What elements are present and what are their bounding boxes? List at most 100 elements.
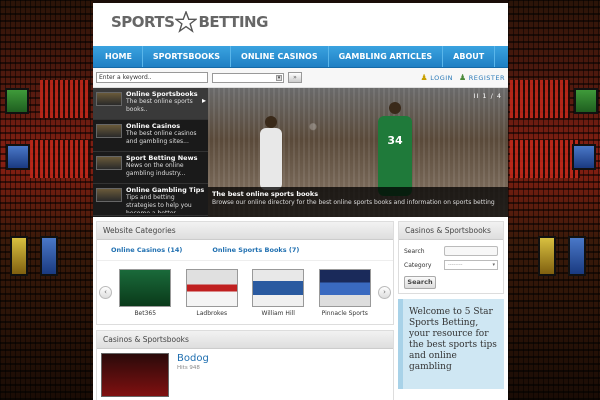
nav-home[interactable]: HOME [93,46,143,67]
slide-counter[interactable]: II 1 / 4 [474,92,503,100]
carousel-item[interactable]: Bet365 [119,268,172,317]
carousel-prev-icon[interactable]: ‹ [99,286,112,299]
site-thumbnail [318,268,371,307]
slide-desc: The best online casinos and gambling sit… [126,130,197,145]
odds-board [510,80,570,118]
slot-machine [40,236,58,276]
site-thumbnail [252,268,305,307]
slide-text: Online Casinos The best online casinos an… [126,122,205,149]
slide-title: Online Gambling Tips [126,186,205,194]
sidebar-search-input[interactable] [444,246,498,256]
nav-sportsbooks[interactable]: SPORTSBOOKS [143,46,232,67]
slide-tab[interactable]: Online Sportsbooks The best online sports… [93,88,208,120]
featured-listing: Bodog Hits 948 [97,349,393,400]
slide-image[interactable]: 34 II 1 / 4 The best online sports books… [208,88,508,217]
auth-links: ♟ LOGIN ♟ REGISTER [421,73,505,82]
category-link[interactable]: Online Casinos (14) [111,246,182,254]
tv-screen [5,88,29,114]
slide-title: Online Casinos [126,122,181,130]
register-link[interactable]: ♟ REGISTER [459,73,505,82]
site-thumbnail [185,268,238,307]
category-label: Category [404,261,432,269]
header: SPORTS BETTING [93,3,508,46]
slide-text: Sport Betting News News on the online gam… [126,154,205,181]
login-link[interactable]: ♟ LOGIN [421,73,454,82]
nav-about[interactable]: ABOUT [443,46,496,67]
category-link[interactable]: Online Sports Books (7) [212,246,299,254]
panel-heading: Casinos & Sportsbooks [399,222,503,240]
nav-gambling-articles[interactable]: GAMBLING ARTICLES [329,46,444,67]
user-icon: ♟ [420,73,429,82]
main-column: Website Categories Online Casinos (14) O… [96,221,394,400]
site-logo[interactable]: SPORTS BETTING [111,11,268,33]
slide-tab[interactable]: Sport Betting News News on the online gam… [93,152,208,184]
background-left [0,0,93,400]
site-container: SPORTS BETTING HOME SPORTSBOOKS ONLINE C… [93,3,508,400]
listing-title[interactable]: Bodog [177,353,209,364]
sportsbook-carousel: ‹ Bet365 Ladbrokes William Hill Pinnacle… [97,260,393,324]
carousel-items: Bet365 Ladbrokes William Hill Pinnacle S… [112,268,378,317]
keyword-input[interactable] [96,72,208,83]
slide-text: Online Gambling Tips Tips and betting str… [126,186,205,213]
slide-thumbnail [96,92,122,106]
player-figure [260,128,282,190]
carousel-label: William Hill [261,309,295,317]
search-go-button[interactable]: » [288,72,302,83]
carousel-label: Pinnacle Sports [321,309,368,317]
slide-caption: The best online sports books Browse our … [208,187,508,217]
listing-hits: Hits 948 [177,365,200,371]
player-head [265,116,277,128]
tv-screen [6,144,30,170]
slide-title: Sport Betting News [126,154,198,162]
player-figure: 34 [378,116,412,196]
player-head [389,102,401,114]
slide-title: Online Sportsbooks [126,90,198,98]
chevron-down-icon: ▾ [276,74,282,81]
odds-board [40,80,90,118]
panel-heading: Website Categories [97,222,393,240]
sidebar-search-panel: Casinos & Sportsbooks Search Category --… [398,221,504,294]
welcome-text: Welcome to 5 Star Sports Betting, your r… [409,307,497,372]
listing-thumbnail[interactable] [101,353,169,397]
logo-text-right: BETTING [198,13,268,31]
category-select[interactable]: ▾ [212,72,284,83]
tv-screen [572,144,596,170]
featured-panel: Casinos & Sportsbooks Bodog Hits 948 [96,330,394,400]
search-label: Search [404,247,425,255]
slider-nav-list: Online Sportsbooks The best online sports… [93,88,208,217]
tv-screen [574,88,598,114]
main-nav: HOME SPORTSBOOKS ONLINE CASINOS GAMBLING… [93,46,508,68]
slide-tab[interactable]: Online Casinos The best online casinos an… [93,120,208,152]
form-row: Search [404,244,498,258]
search-bar: ▾ » ♟LOGIN ♟REGISTER [93,68,508,88]
slide-thumbnail [96,188,122,202]
sidebar-search-form: Search Category -------- Search [399,240,503,293]
background-right [508,0,600,400]
panel-heading: Casinos & Sportsbooks [97,331,393,349]
carousel-next-icon[interactable]: › [378,286,391,299]
carousel-item[interactable]: William Hill [252,268,305,317]
slot-machine [10,236,28,276]
slide-thumbnail [96,124,122,138]
slide-thumbnail [96,156,122,170]
slide-tab[interactable]: Online Gambling Tips Tips and betting str… [93,184,208,216]
content-area: Website Categories Online Casinos (14) O… [93,217,508,400]
form-row: Category -------- [404,258,498,272]
category-links: Online Casinos (14) Online Sports Books … [97,240,393,260]
login-label: LOGIN [430,74,454,82]
sidebar-search-button[interactable]: Search [404,276,436,289]
register-icon: ♟ [459,73,467,82]
sidebar: Casinos & Sportsbooks Search Category --… [398,221,504,400]
featured-slider: Online Sportsbooks The best online sports… [93,88,508,217]
carousel-item[interactable]: Ladbrokes [185,268,238,317]
sidebar-category-select[interactable]: -------- [444,260,498,270]
site-thumbnail [119,268,172,307]
odds-board [30,140,90,178]
welcome-note: Welcome to 5 Star Sports Betting, your r… [398,299,504,389]
carousel-item[interactable]: Pinnacle Sports [318,268,371,317]
nav-online-casinos[interactable]: ONLINE CASINOS [231,46,329,67]
carousel-label: Ladbrokes [196,309,228,317]
slide-desc: Tips and betting strategies to help you … [126,194,192,213]
star-icon [175,11,198,33]
categories-panel: Website Categories Online Casinos (14) O… [96,221,394,325]
